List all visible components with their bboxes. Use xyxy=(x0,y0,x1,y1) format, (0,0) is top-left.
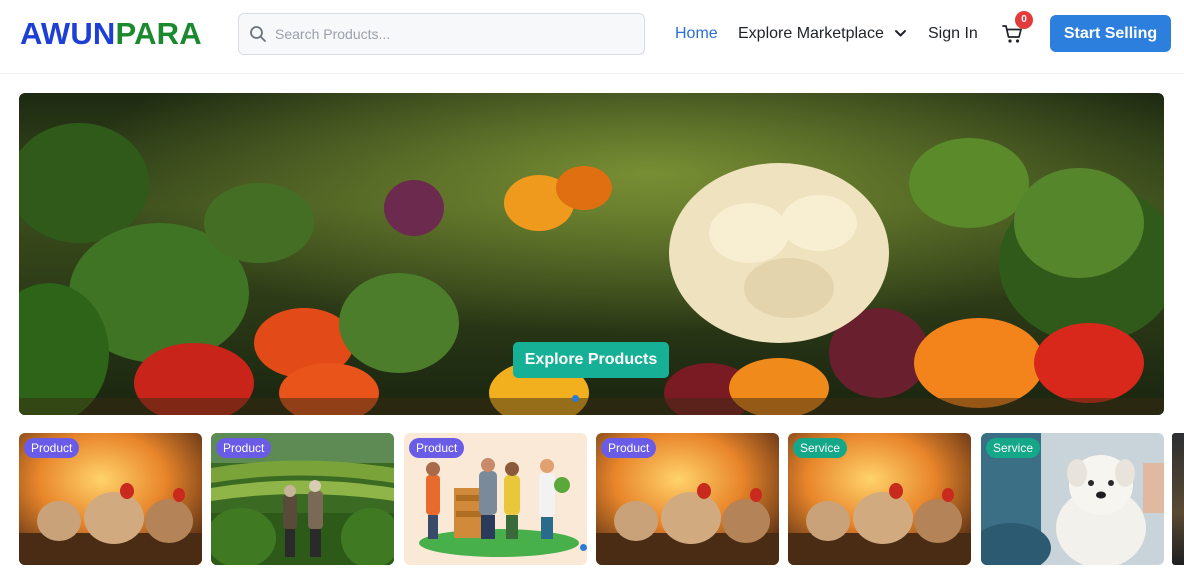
next-card-peek[interactable] xyxy=(1172,433,1184,565)
listing-card[interactable]: Product xyxy=(404,433,587,565)
nav-explore-marketplace[interactable]: Explore Marketplace xyxy=(738,24,884,44)
explore-products-button[interactable]: Explore Products xyxy=(513,342,669,378)
cart-count-badge: 0 xyxy=(1015,11,1033,29)
listing-card[interactable]: Service xyxy=(981,433,1164,565)
search-box[interactable] xyxy=(238,13,645,55)
listing-card[interactable]: Product xyxy=(211,433,394,565)
carousel-indicator-dot[interactable] xyxy=(572,395,579,402)
start-selling-button[interactable]: Start Selling xyxy=(1050,15,1171,52)
hero-banner: Explore Products xyxy=(19,93,1164,415)
category-tag: Service xyxy=(986,438,1041,458)
nav-home-link[interactable]: Home xyxy=(675,24,718,44)
listing-card[interactable]: Product xyxy=(596,433,779,565)
sign-in-link[interactable]: Sign In xyxy=(928,24,978,44)
carousel-indicator-dot[interactable] xyxy=(580,544,587,551)
category-tag: Product xyxy=(216,438,272,458)
search-input[interactable] xyxy=(275,14,635,54)
chevron-down-icon[interactable] xyxy=(894,27,907,40)
category-tag: Service xyxy=(793,438,848,458)
category-tag: Product xyxy=(24,438,80,458)
listing-card[interactable]: Product xyxy=(19,433,202,565)
logo-part-awun: AWUN xyxy=(20,16,116,51)
listing-card[interactable]: Service xyxy=(788,433,971,565)
logo-part-para: PARA xyxy=(115,16,202,51)
brand-logo[interactable]: AWUNPARA xyxy=(20,14,202,54)
category-tag: Product xyxy=(601,438,657,458)
top-navbar: AWUNPARA Home Explore Marketplace Sign I… xyxy=(0,0,1184,74)
category-tag: Product xyxy=(409,438,465,458)
search-icon xyxy=(250,26,266,42)
